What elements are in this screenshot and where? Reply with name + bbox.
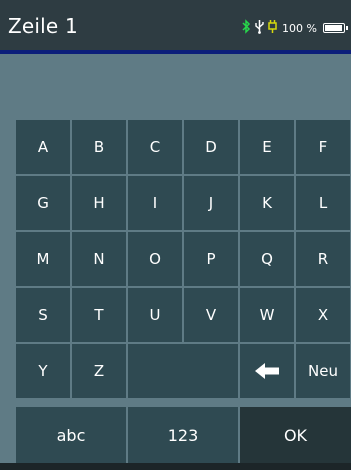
new-key[interactable]: Neu (296, 344, 350, 398)
backspace-key[interactable] (240, 344, 294, 398)
key-a[interactable]: A (16, 120, 70, 174)
battery-tip (346, 26, 348, 30)
key-u[interactable]: U (128, 288, 182, 342)
key-i[interactable]: I (128, 176, 182, 230)
header: Zeile 1 100 % (0, 0, 351, 50)
on-screen-keyboard: A B C D E F G H I J K L M N O P Q R S T … (16, 120, 351, 405)
usb-icon (254, 19, 265, 38)
page-title: Zeile 1 (8, 14, 78, 38)
key-p[interactable]: P (184, 232, 238, 286)
key-s[interactable]: S (16, 288, 70, 342)
key-y[interactable]: Y (16, 344, 70, 398)
bottom-edge (0, 463, 351, 470)
key-e[interactable]: E (240, 120, 294, 174)
power-plug-icon (268, 19, 277, 38)
bottom-bar: abc 123 OK (16, 407, 351, 463)
key-z[interactable]: Z (72, 344, 126, 398)
number-mode-button[interactable]: 123 (128, 407, 238, 463)
key-v[interactable]: V (184, 288, 238, 342)
ok-button[interactable]: OK (240, 407, 351, 463)
battery-level-fill (325, 25, 342, 31)
key-h[interactable]: H (72, 176, 126, 230)
key-d[interactable]: D (184, 120, 238, 174)
key-t[interactable]: T (72, 288, 126, 342)
key-j[interactable]: J (184, 176, 238, 230)
key-c[interactable]: C (128, 120, 182, 174)
bluetooth-icon (242, 18, 251, 38)
key-m[interactable]: M (16, 232, 70, 286)
key-n[interactable]: N (72, 232, 126, 286)
key-q[interactable]: Q (240, 232, 294, 286)
keyboard-screen: Zeile 1 100 % A B C D E F G H I J K L M … (0, 0, 351, 470)
key-w[interactable]: W (240, 288, 294, 342)
battery-icon (323, 23, 348, 33)
battery-percent: 100 % (282, 21, 317, 35)
key-k[interactable]: K (240, 176, 294, 230)
key-l[interactable]: L (296, 176, 350, 230)
status-bar: 100 % (242, 18, 348, 38)
key-r[interactable]: R (296, 232, 350, 286)
space-key[interactable] (128, 344, 238, 398)
key-o[interactable]: O (128, 232, 182, 286)
text-input-field[interactable] (0, 54, 351, 117)
abc-mode-button[interactable]: abc (16, 407, 126, 463)
arrow-left-icon (255, 363, 279, 379)
key-g[interactable]: G (16, 176, 70, 230)
key-f[interactable]: F (296, 120, 350, 174)
key-x[interactable]: X (296, 288, 350, 342)
key-b[interactable]: B (72, 120, 126, 174)
